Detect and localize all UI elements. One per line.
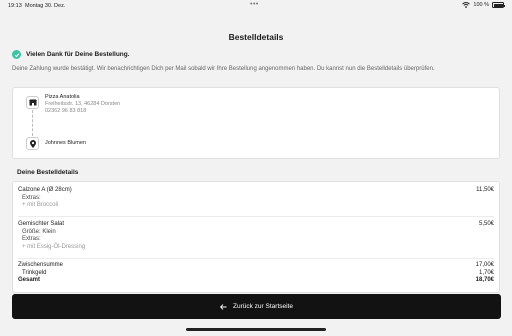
restaurant-address: Freiheitsstr. 13, 46284 Dorsten	[45, 101, 121, 107]
item-price: 5,50€	[478, 221, 494, 227]
check-badge-icon	[12, 50, 21, 59]
item-extras: + mit Broccoli	[22, 202, 59, 208]
status-date: Montag 30. Dez.	[25, 3, 66, 9]
status-bar: 19:13 Montag 30. Dez. ••• 100 %	[0, 0, 512, 12]
divider	[18, 258, 494, 259]
thanks-message: Vielen Dank für Deine Bestellung.	[26, 51, 130, 58]
item-name: Calzone A (Ø 28cm)	[18, 187, 72, 193]
item-extras-label: Extras:	[22, 236, 41, 242]
location-pin-icon	[26, 137, 39, 150]
item-extras: + mit Essig-Öl-Dressing	[22, 243, 86, 250]
restaurant-phone[interactable]: 02362 96 83 818	[45, 108, 120, 115]
arrow-left-icon	[220, 303, 227, 310]
multitasking-dots-icon[interactable]: •••	[250, 1, 259, 8]
order-item: Gemischter Salat 5,50€ Größe: Klein Extr…	[18, 221, 494, 251]
status-time: 19:13	[8, 3, 22, 9]
order-details-card: Calzone A (Ø 28cm) 11,50€ Extras: + mit …	[12, 181, 500, 293]
total-value: 18,70€	[475, 277, 494, 283]
battery-percent: 100 %	[473, 2, 489, 8]
item-size: Größe: Klein	[22, 228, 56, 235]
order-item: Calzone A (Ø 28cm) 11,50€ Extras: + mit …	[18, 187, 494, 210]
item-name: Gemischter Salat	[18, 221, 65, 227]
tip-label: Trinkgeld	[22, 269, 47, 276]
back-button-label: Zurück zur Startseite	[233, 303, 293, 310]
wifi-icon	[462, 2, 471, 8]
item-extras-label: Extras:	[22, 194, 41, 201]
status-right: 100 %	[462, 2, 505, 8]
divider	[18, 216, 494, 217]
thanks-row: Vielen Dank für Deine Bestellung.	[12, 50, 130, 59]
confirmation-info: Deine Zahlung wurde bestätigt. Wir benac…	[12, 66, 435, 72]
restaurant-info: Pizza Anatolia Freiheitsstr. 13, 46284 D…	[45, 94, 120, 115]
order-section-title: Deine Bestelldetails	[17, 169, 79, 176]
customer-info: Johnnes Blumen	[45, 140, 86, 147]
back-to-home-button[interactable]: Zurück zur Startseite	[12, 294, 501, 319]
restaurant-name: Pizza Anatolia	[45, 94, 80, 100]
tip-value: 1,70€	[478, 269, 494, 276]
restaurant-icon	[26, 96, 39, 109]
total-label: Gesamt	[18, 277, 41, 283]
order-totals: Zwischensumme 17,00€ Trinkgeld 1,70€ Ges…	[18, 262, 494, 285]
delivery-route-card: Pizza Anatolia Freiheitsstr. 13, 46284 D…	[12, 87, 500, 159]
battery-icon	[492, 2, 505, 8]
page-title: Bestelldetails	[228, 32, 284, 42]
item-price: 11,50€	[476, 187, 494, 193]
subtotal-label: Zwischensumme	[18, 262, 64, 268]
customer-name: Johnnes Blumen	[45, 140, 86, 146]
home-indicator[interactable]	[186, 328, 326, 331]
subtotal-value: 17,00€	[475, 262, 494, 268]
route-dashed-line	[32, 110, 33, 136]
